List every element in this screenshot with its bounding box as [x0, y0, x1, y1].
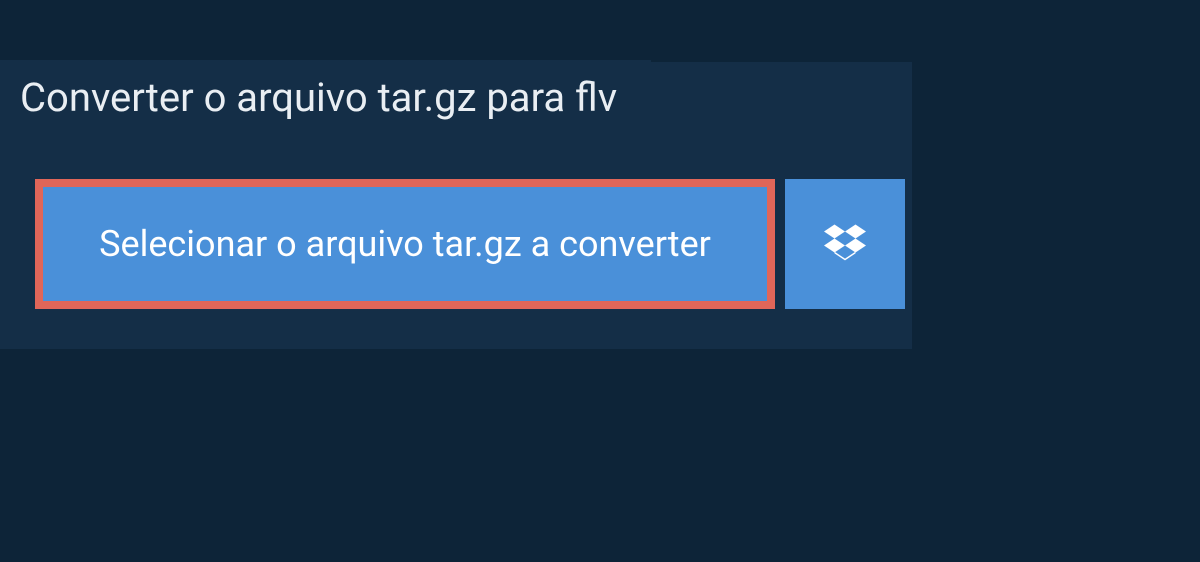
dropbox-button[interactable] [785, 179, 905, 309]
dropbox-icon [824, 221, 866, 267]
title-container: Converter o arquivo tar.gz para flv [0, 60, 651, 139]
page-title: Converter o arquivo tar.gz para flv [20, 74, 617, 121]
converter-panel: Converter o arquivo tar.gz para flv Sele… [0, 62, 912, 349]
button-row: Selecionar o arquivo tar.gz a converter [35, 179, 912, 309]
select-file-button-label: Selecionar o arquivo tar.gz a converter [99, 223, 711, 265]
select-file-button[interactable]: Selecionar o arquivo tar.gz a converter [35, 179, 775, 309]
